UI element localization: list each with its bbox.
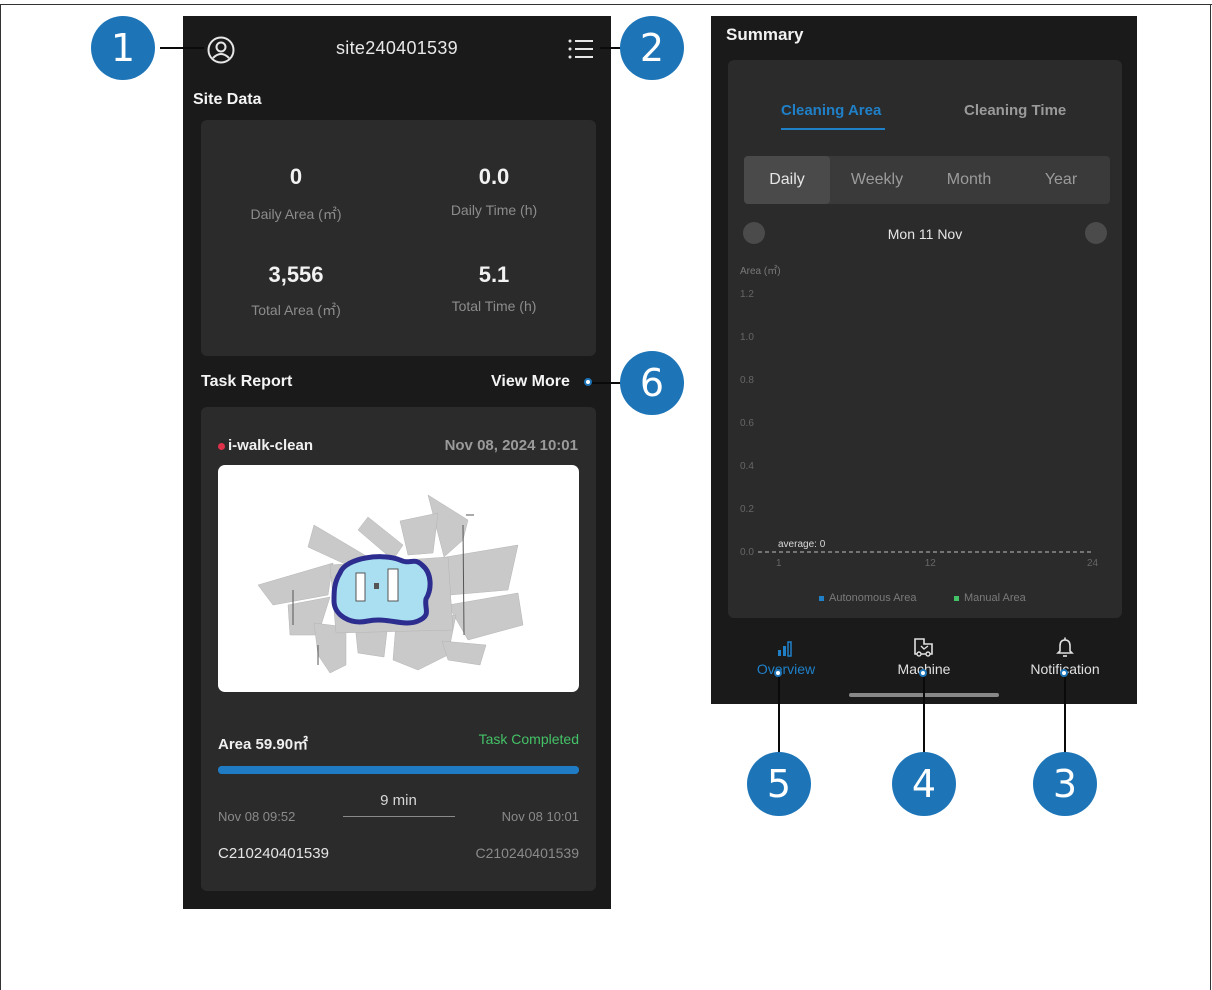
callout-5-anchor [774, 669, 782, 677]
frame-border-left [0, 4, 1, 990]
cleaning-map-image [218, 465, 579, 692]
list-menu-icon[interactable] [567, 36, 595, 62]
total-time-label: Total Time (h) [451, 298, 537, 314]
callout-3-leader [1064, 676, 1066, 760]
task-area: Area 59.90㎡ [218, 736, 309, 753]
site-name: site240401539 [335, 38, 458, 58]
task-duration: 9 min [380, 792, 417, 809]
machine-icon [914, 638, 933, 657]
daily-area-label: Daily Area (㎡) [250, 206, 342, 222]
total-time-value: 5.1 [478, 262, 510, 287]
legend-manual-swatch [954, 595, 959, 601]
task-progress-fill [218, 766, 579, 774]
callout-5-leader [778, 676, 780, 760]
callout-2-badge: 2 [620, 16, 684, 80]
task-status-dot [218, 443, 225, 450]
y-tick-label: 0.0 [740, 547, 754, 558]
total-time-stat: 5.1 Total Time (h) [399, 262, 589, 314]
daily-time-label: Daily Time (h) [450, 202, 538, 218]
bell-icon [1056, 637, 1074, 657]
legend-manual: Manual Area [954, 592, 1026, 604]
y-tick-label: 1.0 [740, 332, 754, 343]
task-start-time: Nov 08 09:52 [218, 809, 296, 824]
area-chart: 1.2 1.0 0.8 0.6 0.4 0.2 0.0 average: 0 1 12 24 [740, 289, 1099, 569]
view-more-link[interactable]: View More [491, 373, 570, 391]
nav-overview[interactable]: Overview [731, 628, 841, 677]
daily-time-stat: 0.0 Daily Time (h) [399, 164, 589, 218]
machine-serial: C210240401539 [475, 845, 579, 861]
legend-autonomous: Autonomous Area [819, 592, 916, 604]
total-area-value: 3,556 [268, 262, 324, 287]
x-tick-label: 12 [925, 558, 937, 569]
task-progress-bar [218, 766, 579, 774]
task-datetime: Nov 08, 2024 10:01 [444, 437, 578, 454]
callout-3-badge: 3 [1033, 752, 1097, 816]
daily-area-value: 0 [289, 164, 303, 189]
task-report-card[interactable]: i-walk-clean Nov 08, 2024 10:01 Area 59.… [201, 407, 596, 891]
frame-border-top [0, 4, 1212, 5]
cleaning-map-drawing [257, 494, 524, 674]
callout-4-badge: 4 [892, 752, 956, 816]
total-area-label: Total Area (㎡) [251, 302, 341, 318]
callout-3-anchor [1060, 669, 1068, 677]
task-status: Task Completed [478, 731, 579, 747]
frame-border-right [1210, 4, 1211, 990]
callout-1-leader [160, 47, 204, 49]
legend-manual-label: Manual Area [964, 592, 1026, 604]
legend-autonomous-swatch [819, 595, 824, 601]
site-data-title: Site Data [193, 91, 262, 108]
total-area-stat: 3,556 Total Area (㎡) [201, 262, 391, 320]
x-tick-label: 24 [1087, 558, 1099, 569]
y-tick-label: 0.6 [740, 418, 754, 429]
machine-id: C210240401539 [218, 845, 329, 862]
callout-5-badge: 5 [747, 752, 811, 816]
site-data-card: 0 Daily Area (㎡) 0.0 Daily Time (h) 3,55… [201, 120, 596, 356]
y-tick-label: 0.4 [740, 461, 754, 472]
callout-1-badge: 1 [91, 16, 155, 80]
x-tick-label: 1 [776, 558, 782, 569]
y-tick-label: 0.2 [740, 504, 754, 515]
nav-overview-label: Overview [756, 661, 816, 677]
site-overview-screen: site240401539 Site Data 0 Daily Area (㎡)… [183, 16, 611, 909]
callout-4-anchor [919, 669, 927, 677]
daily-area-stat: 0 Daily Area (㎡) [201, 164, 391, 224]
summary-screen: Summary Cleaning Area Cleaning Time Dail… [711, 16, 1137, 704]
average-label: average: 0 [778, 539, 826, 550]
app-header: site240401539 [183, 16, 611, 82]
task-report-title: Task Report [201, 373, 293, 390]
callout-4-leader [923, 676, 925, 760]
y-tick-label: 0.8 [740, 375, 754, 386]
callout-6-badge: 6 [620, 351, 684, 415]
daily-time-value: 0.0 [478, 164, 510, 189]
y-tick-label: 1.2 [740, 289, 754, 300]
task-name: i-walk-clean [228, 437, 314, 454]
legend-autonomous-label: Autonomous Area [829, 592, 917, 604]
task-end-time: Nov 08 10:01 [501, 809, 579, 824]
summary-chart-card: Cleaning Area Cleaning Time Daily Weekly… [728, 60, 1122, 618]
bar-chart-icon [778, 641, 792, 657]
duration-divider [343, 816, 455, 817]
callout-6-anchor [584, 378, 592, 386]
summary-title: Summary [726, 25, 804, 44]
